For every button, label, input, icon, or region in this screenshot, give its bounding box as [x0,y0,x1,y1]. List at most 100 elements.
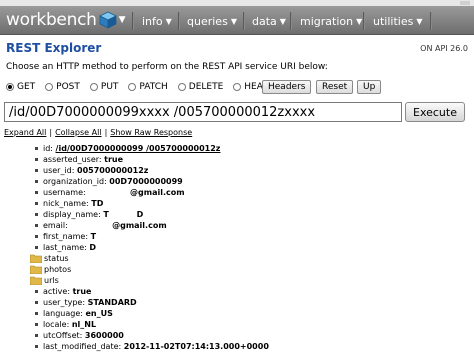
folder-label: urls [44,276,59,285]
tree-key: language: [43,309,83,318]
bullet [35,312,38,315]
execute-button[interactable]: Execute [405,102,465,122]
tree-item: user_type: STANDARD [43,298,137,307]
show-raw-response-link[interactable]: Show Raw Response [110,128,192,137]
link-separator: | [104,128,108,137]
workbench-logo[interactable]: workbench ▼ [6,10,126,30]
menu-data[interactable]: data ▼ [252,13,286,29]
chevron-down-icon: ▼ [279,16,286,26]
headers-button[interactable]: Headers [262,80,312,94]
menu-queries[interactable]: queries ▼ [187,13,237,29]
bullet [35,169,38,172]
bullet [35,213,38,216]
bullet [35,235,38,238]
tree-item: active: true [43,287,91,296]
bullet [35,158,38,161]
tree-item: asserted_user: true [43,155,123,164]
tree-key: last_modified_date: [43,342,122,351]
method-get[interactable]: GET [6,82,35,92]
bullet [35,334,38,337]
radio-put[interactable] [89,83,98,91]
menu-divider [132,12,134,30]
bullet [35,323,38,326]
method-get-label: GET [17,82,36,92]
chevron-down-icon: ▼ [230,16,237,26]
tree-item: last_modified_date: 2012-11-02T07:14:13.… [43,342,269,351]
up-button[interactable]: Up [357,80,382,94]
menu-data-label: data [252,14,277,28]
tree-value: D [89,243,96,252]
method-delete[interactable]: DELETE [177,82,224,92]
bullet [35,191,38,194]
tree-value: 00D7000000099 [109,177,183,186]
tree-item: nick_name: TD [43,199,103,208]
tree-key: user_id: [43,166,75,175]
method-delete-label: DELETE [188,82,224,92]
bullet [35,301,38,304]
tree-item: username: @gmail.com [43,188,185,197]
expand-all-link[interactable]: Expand All [4,128,46,137]
menu-queries-label: queries [187,14,228,28]
method-post-label: POST [56,82,80,92]
radio-head[interactable] [233,83,242,91]
tree-value: 2012-11-02T07:14:13.000+0000 [123,342,269,351]
tree-key: last_name: [43,243,87,252]
tree-value: STANDARD [87,298,137,307]
tree-key: user_type: [43,298,86,307]
logo-text: workbench [6,10,97,30]
tree-item: last_name: D [43,243,96,252]
api-version: ON API 26.0 [420,44,468,53]
bullet [35,246,38,249]
chevron-down-icon: ▼ [118,15,126,25]
radio-get[interactable] [6,83,14,91]
bullet [35,290,38,293]
link-separator: | [49,128,53,137]
tree-key: active: [43,287,71,296]
tree-value: en_US [85,309,113,318]
tree-item: organization_id: 00D7000000099 [43,177,183,186]
menu-divider [430,12,432,30]
tree-key: username: [43,188,86,197]
navbar: workbench ▼ info ▼ queries ▼ data ▼ migrati… [0,6,474,35]
tree-item: locale: nl_NL [43,320,96,329]
radio-patch[interactable] [128,83,137,91]
tree-value: 3600000 [84,331,124,340]
menu-divider [178,12,180,30]
tree-key: asserted_user: [43,155,102,164]
folder-icon [30,276,42,285]
method-put-label: PUT [100,82,119,92]
radio-delete[interactable] [177,83,186,91]
menu-utilities-label: utilities [373,14,414,28]
chevron-down-icon: ▼ [165,16,172,26]
folder-icon [30,254,42,263]
id-link[interactable]: /id/00D7000000099 /005700000012z [56,144,221,153]
rest-uri-input[interactable]: /id/00D7000000099xxxx /005700000012zxxxx [4,102,402,122]
menu-migration[interactable]: migration ▼ [300,13,362,29]
reset-button[interactable]: Reset [316,80,354,94]
bullet [35,202,38,205]
method-patch[interactable]: PATCH [128,82,168,92]
tree-item: display_name: T D [43,210,143,219]
tree-key: id: [43,144,53,153]
menu-info[interactable]: info ▼ [142,13,172,29]
tree-key: first_name: [43,232,89,241]
tree-value: TD [91,199,104,208]
method-post[interactable]: POST [45,82,80,92]
menu-info-label: info [142,14,163,28]
folder-label: photos [44,265,72,274]
cube-icon [98,11,117,29]
chevron-down-icon: ▼ [416,16,423,26]
collapse-all-link[interactable]: Collapse All [55,128,101,137]
bullet [35,147,38,150]
tree-value: true [72,287,92,296]
tree-key: email: [43,221,68,230]
scroll-indicator [460,1,470,5]
tree-value: @gmail.com [88,188,185,197]
radio-post[interactable] [45,83,54,91]
bullet [35,180,38,183]
tree-item: utcOffset: 3600000 [43,331,124,340]
bullet [35,224,38,227]
menu-utilities[interactable]: utilities ▼ [373,13,422,29]
page-title: REST Explorer [6,41,102,55]
method-put[interactable]: PUT [89,82,119,92]
